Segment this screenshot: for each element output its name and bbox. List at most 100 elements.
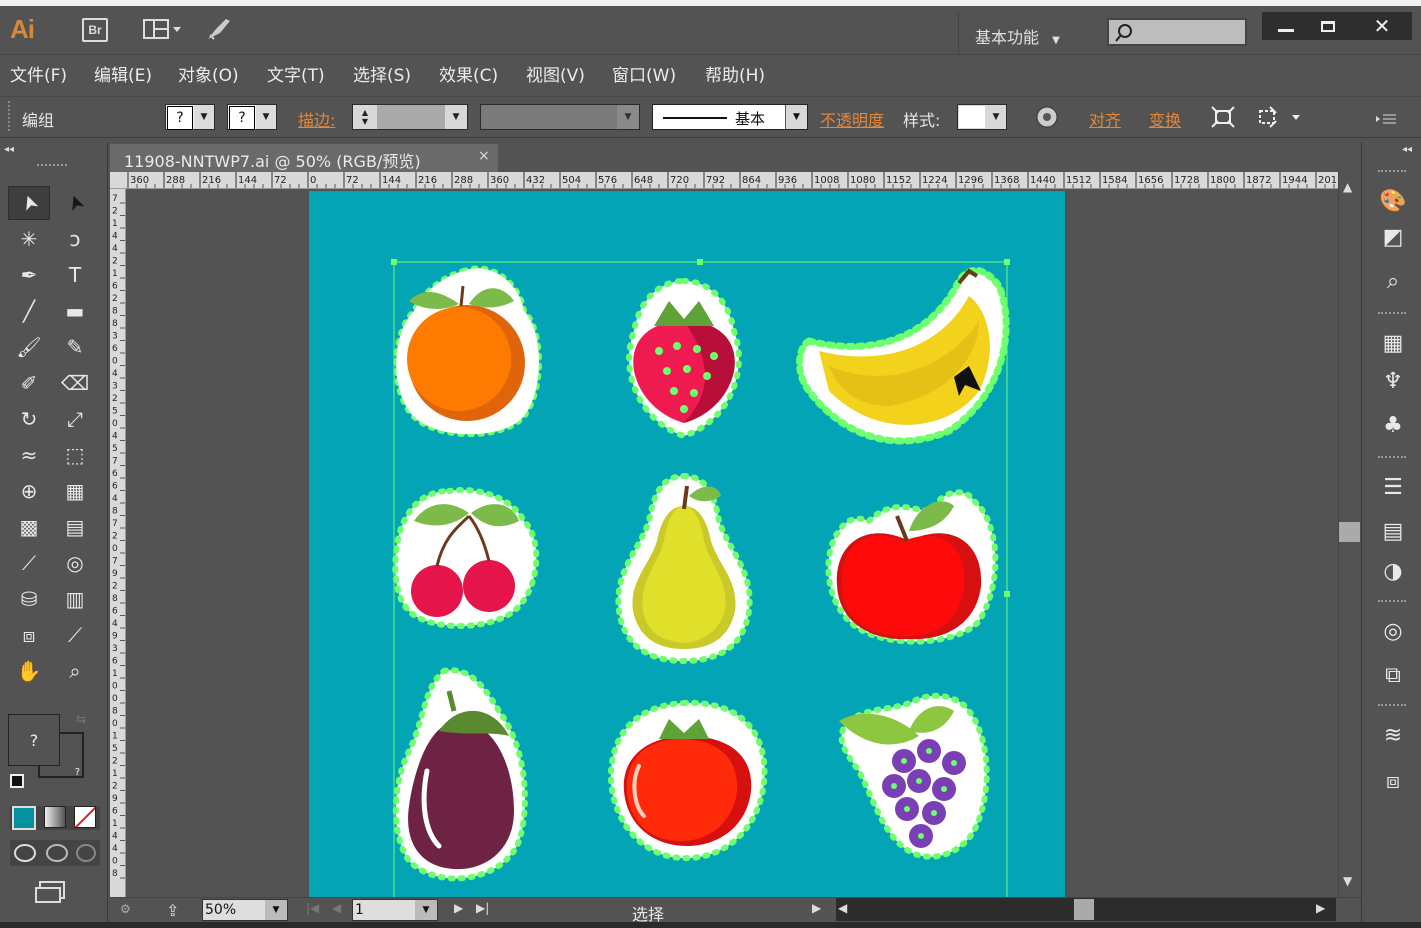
vertical-scrollbar[interactable]: ▲ ▼	[1338, 172, 1360, 899]
share-icon[interactable]: ⇪	[166, 901, 179, 920]
vertical-scroll-thumb[interactable]	[1339, 522, 1360, 542]
document-tab[interactable]: 11908-NNTWP7.ai @ 50% (RGB/预览)	[110, 144, 498, 172]
zoom-level-select[interactable]: 50% ▼	[202, 899, 288, 921]
transform-link[interactable]: 变换	[1149, 107, 1181, 131]
menu-select[interactable]: 选择(S)	[353, 61, 411, 86]
minimize-button[interactable]	[1268, 12, 1304, 40]
arrange-documents-button[interactable]	[142, 15, 184, 43]
gradient-button[interactable]: ▤	[60, 512, 90, 542]
horizontal-ruler[interactable]: 360 288 216 144 72 0 72 144 216 288 360 432 504 576 64…	[110, 172, 1338, 189]
horizontal-scroll-thumb[interactable]	[1074, 899, 1094, 920]
previous-artboard-icon[interactable]: ◀	[332, 901, 341, 915]
stroke-color-picker[interactable]: ? ▼	[227, 104, 277, 130]
swatches-panel-button[interactable]: ▦	[1378, 328, 1408, 358]
variable-width-profile-select[interactable]: ▼	[480, 104, 640, 130]
stroke-weight-field[interactable]: ▲ ▼ ▼	[352, 104, 468, 130]
opacity-link[interactable]: 不透明度	[820, 107, 884, 131]
rotate-button[interactable]: ↻	[14, 404, 44, 434]
layers-panel-button[interactable]: ≋	[1378, 720, 1408, 750]
menu-help[interactable]: 帮助(H)	[705, 61, 765, 86]
expand-panels-icon[interactable]: ◂◂	[1402, 144, 1412, 155]
last-artboard-icon[interactable]: ▶|	[476, 901, 489, 915]
selection-tool-button[interactable]: ➤	[14, 188, 44, 218]
artboards-panel-button[interactable]: ⧈	[1378, 766, 1408, 796]
panel-group-grip[interactable]	[1378, 704, 1406, 708]
type-button[interactable]: T	[60, 260, 90, 290]
stroke-panel-button[interactable]: ☰	[1378, 472, 1408, 502]
magic-wand-button[interactable]: ✳	[14, 224, 44, 254]
draw-normal-icon[interactable]	[14, 844, 36, 862]
menu-object[interactable]: 对象(O)	[178, 61, 239, 86]
zoom-button[interactable]: ⌕	[60, 656, 90, 686]
stroke-weight-stepper[interactable]: ▲ ▼	[353, 105, 377, 129]
panel-group-grip[interactable]	[1378, 170, 1406, 174]
status-menu-icon[interactable]: ▶	[812, 901, 821, 915]
stroke-label-link[interactable]: 描边:	[298, 107, 335, 131]
graphic-styles-panel-button[interactable]: ⧉	[1378, 660, 1408, 690]
menu-window[interactable]: 窗口(W)	[612, 61, 676, 86]
panel-group-grip[interactable]	[1378, 600, 1406, 604]
shape-builder-button[interactable]: ⊕	[14, 476, 44, 506]
rectangle-button[interactable]: ▬	[60, 296, 90, 326]
panel-group-grip[interactable]	[1378, 456, 1406, 460]
menu-type[interactable]: 文字(T)	[267, 61, 325, 86]
hand-button[interactable]: ✋	[14, 656, 44, 686]
control-bar-grip[interactable]	[8, 101, 11, 131]
next-artboard-icon[interactable]: ▶	[454, 901, 463, 915]
blend-button[interactable]: ◎	[60, 548, 90, 578]
menu-view[interactable]: 视图(V)	[526, 61, 585, 86]
color-button[interactable]	[12, 806, 36, 830]
artboard-number-select[interactable]: 1 ▼	[352, 899, 438, 921]
scroll-right-icon[interactable]: ▶	[1316, 901, 1325, 915]
paintbrush-button[interactable]: 🖌	[14, 332, 44, 362]
panel-group-grip[interactable]	[1378, 312, 1406, 316]
artboard[interactable]	[309, 191, 1065, 897]
isolate-group-button[interactable]	[1210, 105, 1238, 131]
align-link[interactable]: 对齐	[1089, 107, 1121, 131]
control-panel-menu-button[interactable]	[1374, 111, 1398, 125]
lasso-button[interactable]: ↄ	[60, 224, 90, 254]
menu-file[interactable]: 文件(F)	[10, 61, 67, 86]
close-button[interactable]: ✕	[1362, 12, 1402, 40]
horizontal-scrollbar[interactable]: ◀ ▶	[836, 898, 1336, 921]
color-guide-panel-button[interactable]: 🎨	[1378, 186, 1408, 216]
slice-button[interactable]: ⟋	[60, 620, 90, 650]
brush-definition-select[interactable]: 基本 ▼	[652, 104, 808, 130]
scroll-up-icon[interactable]: ▲	[1343, 180, 1352, 194]
color-panel-button[interactable]: ◩	[1378, 222, 1408, 252]
gradient-panel-panel-button[interactable]: ▤	[1378, 516, 1408, 546]
close-document-icon[interactable]: ×	[478, 148, 490, 164]
select-similar-button[interactable]	[1256, 105, 1306, 131]
none-button[interactable]	[74, 806, 96, 828]
vertical-ruler[interactable]: 7 2 1 4 4 2 1 6 2 8 8 3 6 0 4 3 2 5 0 4 5 7 6 6 4 8 7 2 0 7 9 2 8 6 4 9 3 6 1 0…	[110, 189, 126, 899]
brushes-panel-button[interactable]: ♆	[1378, 366, 1408, 396]
go-to-stock-button[interactable]	[204, 15, 234, 43]
blob-brush-button[interactable]: ✐	[14, 368, 44, 398]
fill-indicator[interactable]: ?	[8, 714, 60, 766]
tools-grip[interactable]	[37, 164, 67, 168]
mesh-button[interactable]: ▩	[14, 512, 44, 542]
perspective-grid-button[interactable]: ▦	[60, 476, 90, 506]
bridge-button[interactable]: Br	[82, 18, 108, 42]
swap-fill-stroke-icon[interactable]: ⇆	[76, 712, 86, 726]
eraser-button[interactable]: ⌫	[60, 368, 90, 398]
screen-mode-button[interactable]	[34, 880, 66, 904]
column-graph-button[interactable]: ▥	[60, 584, 90, 614]
collapse-panel-icon[interactable]: ◂◂	[4, 144, 14, 155]
recolor-artwork-button[interactable]	[1035, 105, 1059, 129]
scroll-left-icon[interactable]: ◀	[838, 901, 847, 915]
layers-search-panel-button[interactable]: ⌕	[1378, 266, 1408, 296]
menu-edit[interactable]: 编辑(E)	[94, 61, 152, 86]
scale-button[interactable]: ⤢	[60, 404, 90, 434]
draw-inside-icon[interactable]	[76, 844, 96, 862]
first-artboard-icon[interactable]: |◀	[306, 901, 319, 915]
artboard-button[interactable]: ⧈	[14, 620, 44, 650]
appearance-panel-button[interactable]: ◎	[1378, 616, 1408, 646]
default-fill-stroke-icon[interactable]	[10, 774, 24, 788]
scroll-down-icon[interactable]: ▼	[1343, 874, 1352, 888]
line-button[interactable]: ╱	[14, 296, 44, 326]
direct-selection-tool-button[interactable]: ➤	[60, 188, 90, 218]
pen-button[interactable]: ✒	[14, 260, 44, 290]
symbol-sprayer-button[interactable]: ⛁	[14, 584, 44, 614]
canvas-area[interactable]	[126, 189, 1338, 897]
